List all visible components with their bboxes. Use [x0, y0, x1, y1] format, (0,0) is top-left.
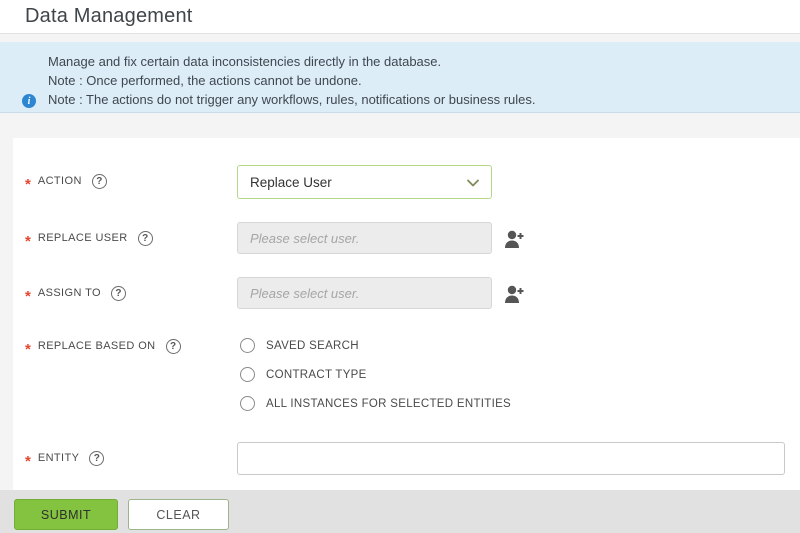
action-select[interactable]: Replace User [237, 165, 492, 199]
help-icon[interactable]: ? [89, 451, 104, 466]
radio-icon [240, 338, 255, 353]
radio-contract-type[interactable]: CONTRACT TYPE [240, 367, 367, 382]
help-icon[interactable]: ? [111, 286, 126, 301]
assign-to-label: * ASSIGN TO ? [25, 281, 126, 305]
radio-all-instances[interactable]: ALL INSTANCES FOR SELECTED ENTITIES [240, 396, 511, 411]
banner-line-3: Note : The actions do not trigger any wo… [48, 90, 784, 109]
entity-label: * ENTITY ? [25, 446, 104, 470]
info-banner: i Manage and fix certain data inconsiste… [0, 42, 800, 113]
page-header: Data Management [0, 0, 800, 34]
data-management-form: * ACTION ? Replace User * REPLACE USER ?… [13, 138, 800, 490]
clear-button[interactable]: CLEAR [128, 499, 229, 530]
info-icon: i [22, 94, 36, 108]
action-label: * ACTION ? [25, 169, 107, 193]
submit-button[interactable]: SUBMIT [14, 499, 118, 530]
radio-saved-search[interactable]: SAVED SEARCH [240, 338, 359, 353]
required-marker: * [25, 180, 31, 190]
banner-line-1: Manage and fix certain data inconsistenc… [48, 52, 784, 71]
help-icon[interactable]: ? [92, 174, 107, 189]
replace-based-on-label: * REPLACE BASED ON ? [25, 334, 181, 358]
help-icon[interactable]: ? [138, 231, 153, 246]
replace-user-input[interactable] [237, 222, 492, 254]
footer-bar: SUBMIT CLEAR [0, 490, 800, 533]
radio-icon [240, 367, 255, 382]
add-user-icon[interactable] [502, 227, 526, 251]
required-marker: * [25, 457, 31, 467]
entity-input[interactable] [237, 442, 785, 475]
required-marker: * [25, 345, 31, 355]
replace-user-label: * REPLACE USER ? [25, 226, 153, 250]
add-user-icon[interactable] [502, 282, 526, 306]
required-marker: * [25, 237, 31, 247]
required-marker: * [25, 292, 31, 302]
action-select-value: Replace User [250, 175, 332, 190]
assign-to-input[interactable] [237, 277, 492, 309]
help-icon[interactable]: ? [166, 339, 181, 354]
radio-icon [240, 396, 255, 411]
chevron-down-icon [466, 176, 480, 193]
page-title: Data Management [25, 5, 193, 28]
banner-line-2: Note : Once performed, the actions canno… [48, 71, 784, 90]
